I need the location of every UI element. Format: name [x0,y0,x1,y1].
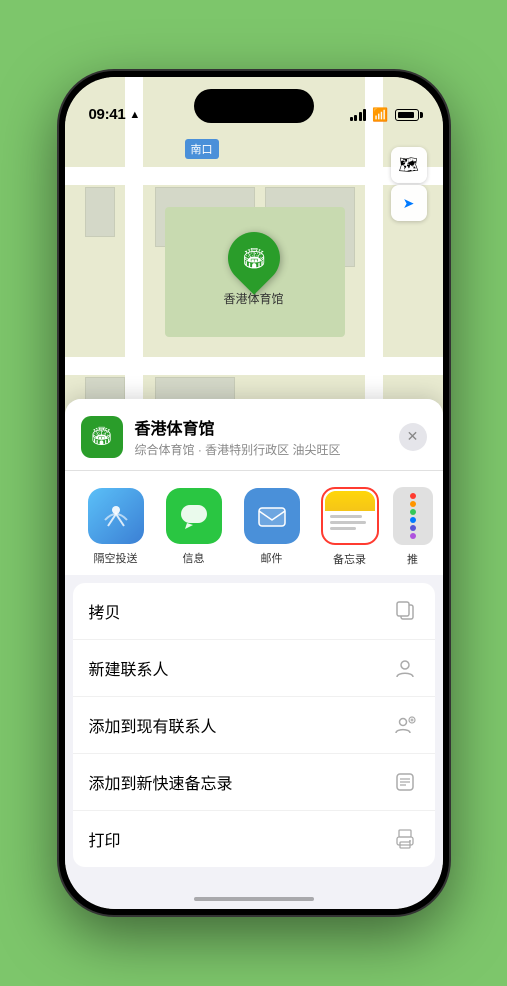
quick-note-icon [391,768,419,796]
notes-icon-container [321,487,379,545]
phone-frame: 09:41 ▲ 📶 [59,71,449,915]
map-controls: 🗺 ➤ [391,147,427,221]
new-contact-icon [391,654,419,682]
battery-icon [395,109,419,121]
add-existing-label: 添加到现有联系人 [89,713,217,737]
status-time: 09:41 [89,106,126,123]
venue-info: 香港体育馆 综合体育馆 · 香港特别行政区 油尖旺区 [135,415,387,458]
new-contact-label: 新建联系人 [89,656,169,680]
map-road-h1 [65,167,443,185]
close-button[interactable]: ✕ [399,423,427,451]
mail-label: 邮件 [261,550,283,566]
action-add-existing[interactable]: 添加到现有联系人 [73,697,435,754]
signal-bars [350,109,367,121]
location-marker: 🏟 香港体育馆 [223,232,283,307]
action-print[interactable]: 打印 [73,811,435,867]
location-arrow-icon: ▲ [129,109,140,121]
copy-label: 拷贝 [89,599,121,623]
share-action-airdrop[interactable]: 隔空投送 [81,488,151,566]
venue-icon-badge: 🏟 [81,416,123,458]
notes-icon [325,491,375,541]
location-icon: ➤ [403,195,415,212]
venue-name: 香港体育馆 [135,415,387,439]
action-list: 拷贝 新建联系人 [73,583,435,867]
status-icons: 📶 [350,107,419,123]
map-type-button[interactable]: 🗺 [391,147,427,183]
map-building-1 [85,187,115,237]
action-quick-note[interactable]: 添加到新快速备忘录 [73,754,435,811]
share-action-messages[interactable]: 信息 [159,488,229,566]
print-label: 打印 [89,827,121,851]
north-text: 南口 [191,144,213,156]
map-icon: 🗺 [398,155,418,175]
messages-label: 信息 [183,550,205,566]
print-icon [391,825,419,853]
venue-icon: 🏟 [241,246,266,271]
map-north-label: 南口 [185,139,219,159]
quick-note-label: 添加到新快速备忘录 [89,770,233,794]
home-indicator [194,897,314,901]
notes-label: 备忘录 [333,551,366,567]
phone-screen: 09:41 ▲ 📶 [65,77,443,909]
add-existing-icon [391,711,419,739]
sheet-header: 🏟 香港体育馆 综合体育馆 · 香港特别行政区 油尖旺区 ✕ [65,399,443,471]
marker-pin: 🏟 [217,221,291,295]
more-icon [393,487,433,545]
map-road-h2 [65,357,443,375]
location-button[interactable]: ➤ [391,185,427,221]
venue-subtitle: 综合体育馆 · 香港特别行政区 油尖旺区 [135,441,387,458]
action-copy[interactable]: 拷贝 [73,583,435,640]
airdrop-label: 隔空投送 [94,550,138,566]
more-label: 推 [407,551,418,567]
share-action-mail[interactable]: 邮件 [237,488,307,566]
share-actions-row: 隔空投送 信息 [65,471,443,575]
airdrop-icon [88,488,144,544]
bottom-sheet: 🏟 香港体育馆 综合体育馆 · 香港特别行政区 油尖旺区 ✕ [65,399,443,909]
close-icon: ✕ [407,428,419,445]
share-action-notes[interactable]: 备忘录 [315,487,385,567]
action-new-contact[interactable]: 新建联系人 [73,640,435,697]
messages-icon [166,488,222,544]
mail-icon [244,488,300,544]
dynamic-island [194,89,314,123]
wifi-icon: 📶 [372,107,388,123]
copy-icon [391,597,419,625]
share-action-more[interactable]: 推 [393,487,433,567]
